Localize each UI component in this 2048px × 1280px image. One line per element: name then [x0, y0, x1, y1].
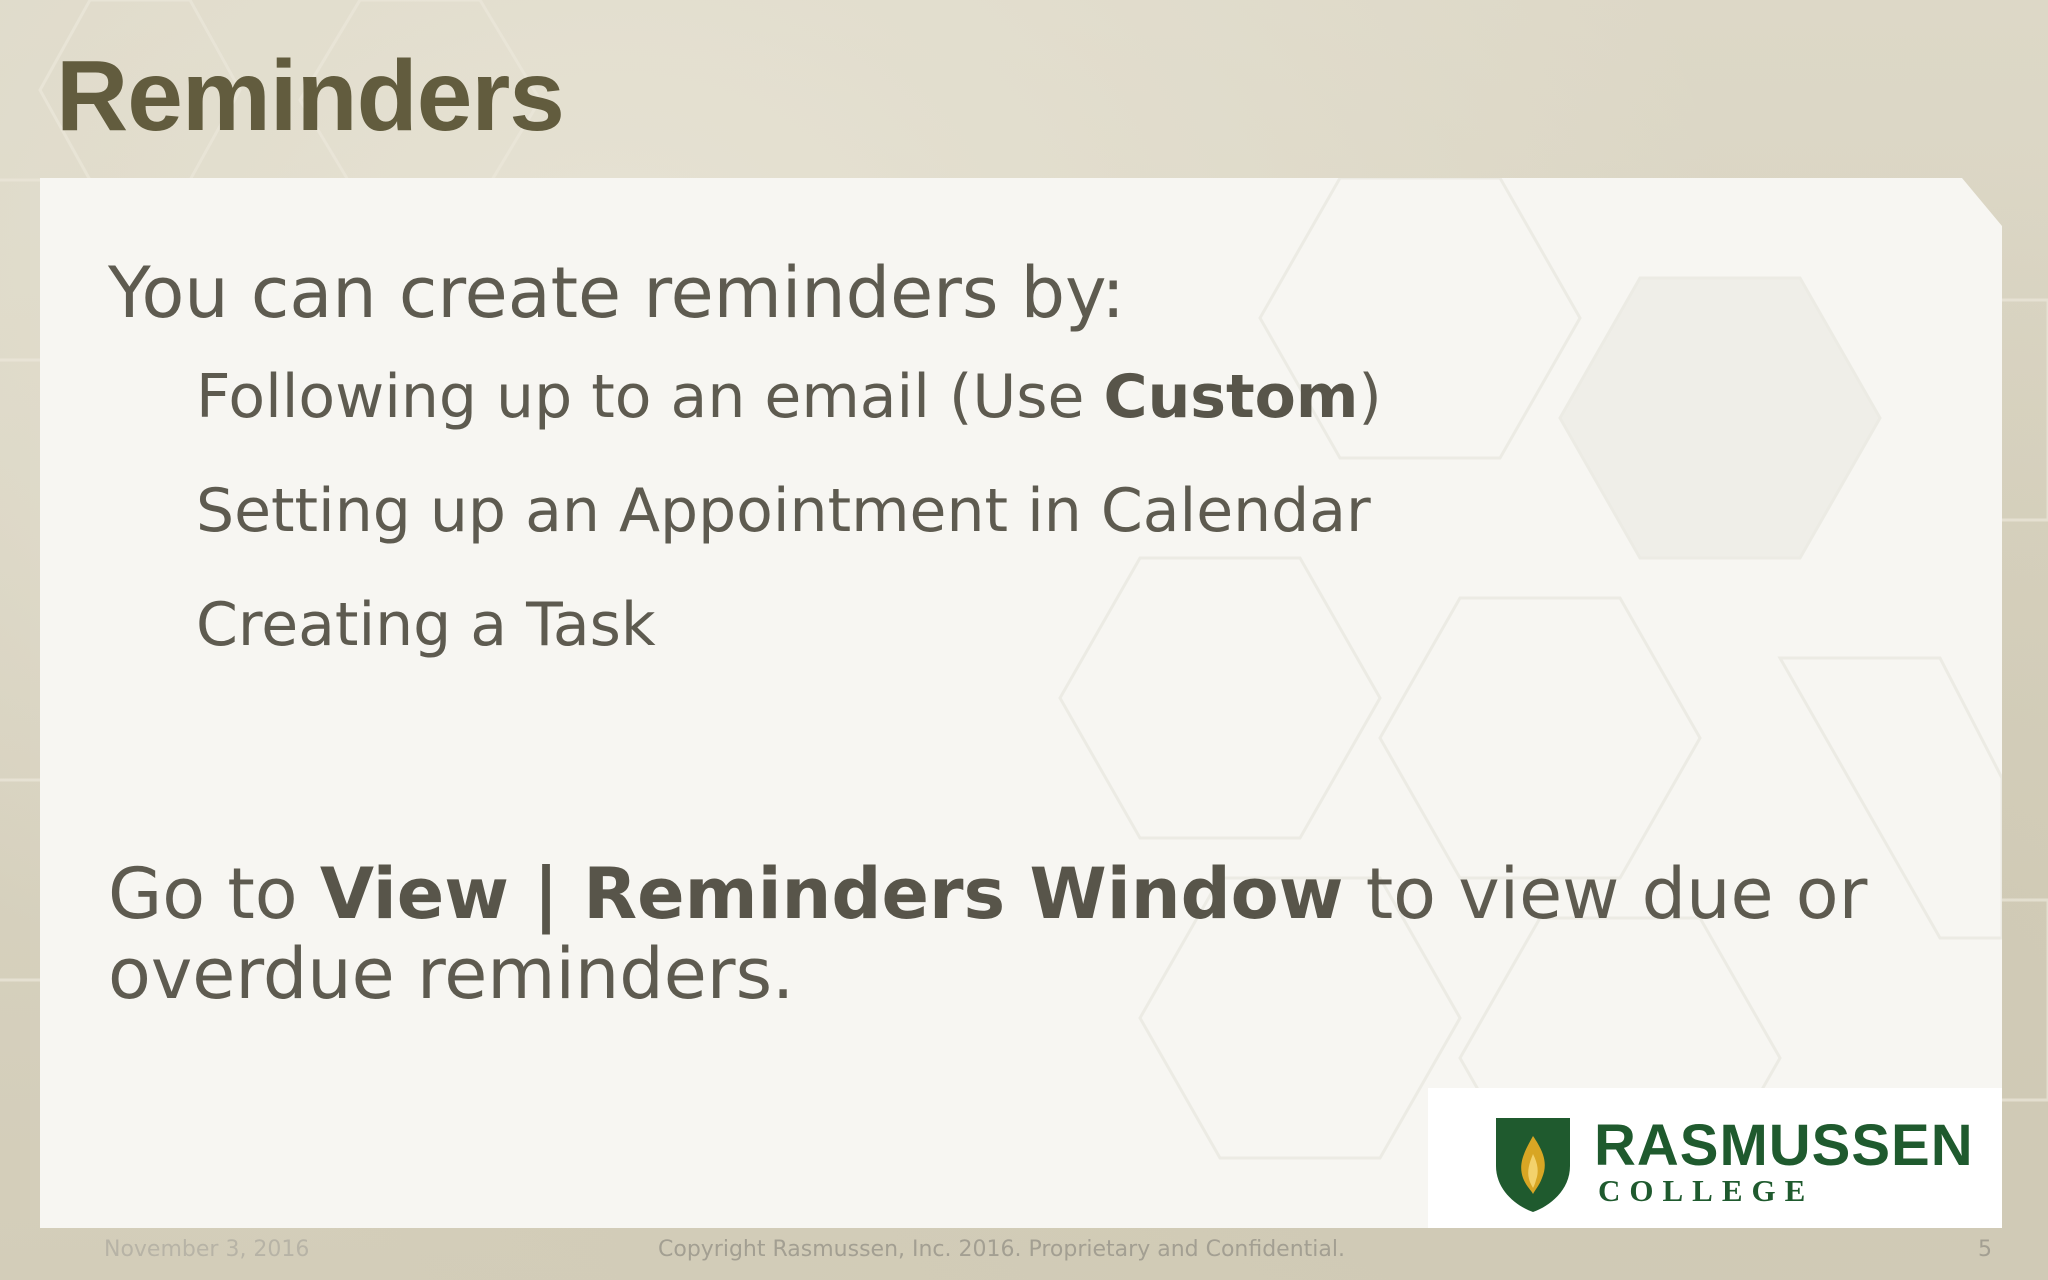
list-item: Creating a Task — [108, 568, 1858, 682]
page-number: 5 — [1978, 1237, 1992, 1262]
list-item-bold: Custom — [1103, 362, 1359, 432]
bullet-content: You can create reminders by: Following u… — [108, 248, 1858, 682]
intro-line: You can create reminders by: — [108, 252, 1126, 334]
list-item-after: ) — [1358, 362, 1382, 432]
list-item-text: Creating a Task — [196, 590, 656, 660]
slide-title: Reminders — [56, 40, 565, 152]
goto-before: Go to — [108, 853, 320, 935]
reminder-methods-list: Following up to an email (Use Custom) Se… — [108, 340, 1858, 682]
goto-menu-path: View | Reminders Window — [319, 853, 1344, 935]
goto-instruction: Go to View | Reminders Window to view du… — [108, 854, 1908, 1014]
logo-subtitle: COLLEGE — [1598, 1173, 1815, 1208]
shield-flame-icon — [1496, 1118, 1570, 1212]
logo-name: RASMUSSEN — [1594, 1113, 1974, 1178]
list-item-text: Following up to an email (Use — [196, 362, 1104, 432]
footer-date: November 3, 2016 — [104, 1237, 310, 1262]
footer-copyright: Copyright Rasmussen, Inc. 2016. Propriet… — [658, 1237, 1345, 1262]
list-item: Following up to an email (Use Custom) — [108, 340, 1858, 454]
list-item: Setting up an Appointment in Calendar — [108, 454, 1858, 568]
list-item-text: Setting up an Appointment in Calendar — [196, 476, 1371, 546]
college-logo: RASMUSSEN COLLEGE — [1428, 1088, 2002, 1228]
